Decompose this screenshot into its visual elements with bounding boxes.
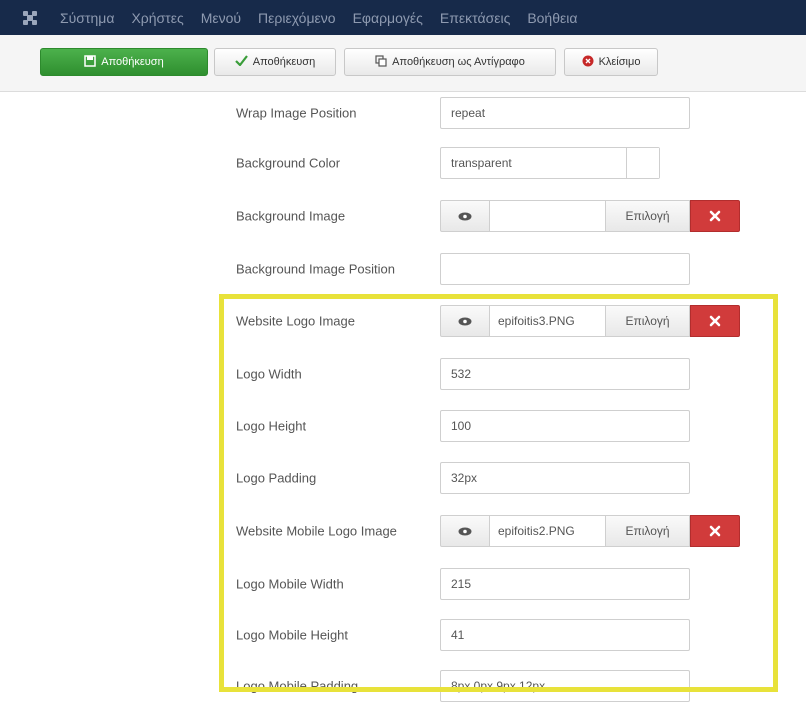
wrap-image-position-input[interactable]: repeat <box>440 97 690 129</box>
menu-item-content[interactable]: Περιεχόμενο <box>258 10 336 26</box>
save-button-label: Αποθήκευση <box>101 56 164 68</box>
menu-item-users[interactable]: Χρήστες <box>131 10 183 26</box>
row-background-image: Background Image Επιλογή <box>0 196 806 236</box>
save-as-copy-button[interactable]: Αποθήκευση ως Αντίγραφο <box>344 48 556 76</box>
background-image-clear-button[interactable] <box>690 200 740 232</box>
row-wrap-image-position: Wrap Image Position repeat <box>0 93 806 133</box>
background-color-label: Background Color <box>236 155 341 171</box>
x-icon <box>709 210 721 222</box>
background-image-label: Background Image <box>236 208 346 224</box>
background-image-position-label: Background Image Position <box>236 261 395 277</box>
joomla-logo-icon[interactable] <box>0 0 60 35</box>
menu-item-help[interactable]: Βοήθεια <box>527 10 577 26</box>
copy-icon <box>375 54 387 70</box>
menu-item-extensions[interactable]: Επεκτάσεις <box>440 10 510 26</box>
background-image-path[interactable] <box>490 200 606 232</box>
close-button[interactable]: Κλείσιμο <box>564 48 658 76</box>
save-close-button-label: Αποθήκευση <box>252 56 316 68</box>
wrap-image-position-label: Wrap Image Position <box>236 105 357 121</box>
toolbar: Αποθήκευση Αποθήκευση Αποθήκευση ως Αντί… <box>0 35 806 92</box>
color-picker-swatch[interactable] <box>626 148 659 178</box>
background-image-position-input[interactable] <box>440 253 690 285</box>
row-background-image-position: Background Image Position <box>0 249 806 289</box>
top-menu-bar: Σύστημα Χρήστες Μενού Περιεχόμενο Εφαρμο… <box>0 0 806 35</box>
background-image-select-button[interactable]: Επιλογή <box>606 200 690 232</box>
save-icon <box>84 54 97 70</box>
close-circle-icon <box>582 55 594 70</box>
menu-item-system[interactable]: Σύστημα <box>60 10 114 26</box>
menu-item-menus[interactable]: Μενού <box>201 10 241 26</box>
background-image-media-field: Επιλογή <box>440 200 740 232</box>
background-color-field: transparent <box>440 147 660 179</box>
save-button[interactable]: Αποθήκευση <box>40 48 208 76</box>
close-button-label: Κλείσιμο <box>598 56 641 68</box>
highlight-box <box>219 294 778 692</box>
eye-icon[interactable] <box>440 200 490 232</box>
row-background-color: Background Color transparent <box>0 143 806 183</box>
save-as-copy-button-label: Αποθήκευση ως Αντίγραφο <box>392 56 525 68</box>
check-icon <box>234 55 248 69</box>
menu-item-components[interactable]: Εφαρμογές <box>353 10 423 26</box>
background-color-input[interactable]: transparent <box>451 156 512 170</box>
save-close-button[interactable]: Αποθήκευση <box>214 48 336 76</box>
